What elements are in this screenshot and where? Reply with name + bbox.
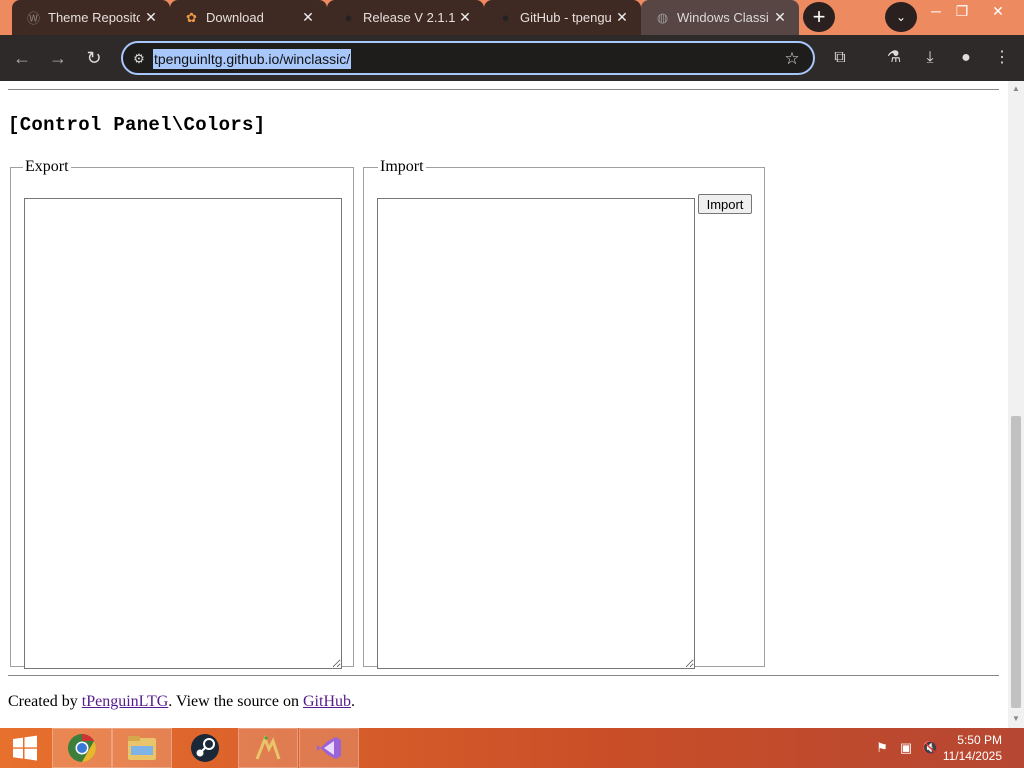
taskbar-app[interactable]: [238, 728, 298, 768]
tab-title: GitHub - tpenguinltg: [520, 10, 612, 25]
file-explorer-icon: [128, 736, 156, 760]
import-textarea[interactable]: [377, 198, 695, 669]
chevron-down-icon: ⌄: [895, 10, 907, 24]
profile-icon[interactable]: ●: [952, 44, 980, 72]
github-icon: ●: [501, 10, 510, 25]
arrow-left-icon: ←: [13, 48, 31, 68]
tab-title: Theme Repository: [48, 10, 140, 25]
download-icon[interactable]: ⤓: [916, 44, 944, 72]
tab-theme-repository[interactable]: Ⓦ Theme Repository ✕: [12, 0, 170, 35]
scroll-up-arrow-icon[interactable]: ▲: [1008, 82, 1024, 96]
reload-button[interactable]: ↻: [79, 43, 109, 73]
action-center-flag-icon[interactable]: ⚑: [874, 740, 890, 756]
taskbar-file-explorer[interactable]: [112, 728, 172, 768]
tab-strip: Ⓦ Theme Repository ✕ ✿ Download ✕ ● Rele…: [0, 0, 1024, 35]
export-fieldset: Export: [10, 158, 354, 669]
close-icon[interactable]: ✕: [300, 9, 316, 25]
network-icon[interactable]: ▣: [898, 740, 914, 756]
visual-studio-icon: [317, 737, 341, 759]
author-link[interactable]: tPenguinLTG: [82, 693, 169, 710]
github-link[interactable]: GitHub: [303, 693, 351, 710]
import-button[interactable]: Import: [698, 194, 752, 214]
volume-muted-icon[interactable]: 🔇: [922, 740, 938, 756]
restore-button[interactable]: ❐: [946, 0, 978, 24]
tab-search-button[interactable]: ⌄: [885, 2, 917, 32]
export-legend: Export: [25, 158, 69, 175]
chrome-icon: [68, 734, 96, 762]
windows-logo-icon: [13, 735, 37, 761]
import-fieldset: Import Import: [363, 158, 765, 669]
close-icon[interactable]: ✕: [143, 9, 159, 25]
divider: [8, 675, 999, 676]
footer-suffix: .: [351, 693, 355, 710]
footer-prefix: Created by: [8, 693, 82, 710]
wordpress-icon: Ⓦ: [26, 11, 40, 26]
close-icon[interactable]: ✕: [772, 9, 788, 25]
import-legend: Import: [380, 158, 424, 175]
taskbar-chrome[interactable]: [52, 728, 112, 768]
steam-icon: [191, 734, 219, 762]
address-bar[interactable]: ⚙ tpenguinltg.github.io/winclassic/ ☆: [121, 41, 815, 75]
divider: [8, 89, 999, 90]
start-button[interactable]: [0, 728, 50, 768]
page-heading: [Control Panel\Colors]: [8, 114, 266, 136]
menu-kebab-icon[interactable]: ⋮: [988, 44, 1016, 72]
footer: Created by tPenguinLTG. View the source …: [8, 693, 355, 711]
tab-github[interactable]: ● GitHub - tpenguinltg ✕: [484, 0, 641, 35]
extensions-icon[interactable]: ⧉: [826, 44, 854, 72]
labs-flask-icon[interactable]: ⚗: [880, 44, 908, 72]
taskbar-steam[interactable]: [175, 728, 235, 768]
url-text[interactable]: tpenguinltg.github.io/winclassic/: [153, 49, 352, 69]
tab-title: Download: [206, 10, 264, 25]
app-icon: [255, 734, 281, 760]
site-settings-icon[interactable]: ⚙: [129, 50, 149, 68]
bookmark-star-icon[interactable]: ☆: [781, 48, 803, 70]
tab-release[interactable]: ● Release V 2.1.1.0 ✕: [327, 0, 484, 35]
back-button[interactable]: ←: [7, 43, 37, 73]
globe-icon: ◍: [656, 9, 669, 25]
forward-button[interactable]: →: [43, 43, 73, 73]
tab-title: Release V 2.1.1.0: [363, 10, 455, 25]
scrollbar-thumb[interactable]: [1011, 416, 1021, 708]
clock-date: 11/14/2025: [942, 749, 1002, 763]
browser-toolbar: ← → ↻ ⚙ tpenguinltg.github.io/winclassic…: [0, 35, 1024, 81]
close-window-button[interactable]: ✕: [982, 0, 1014, 24]
reload-icon: ↻: [86, 48, 102, 68]
arrow-right-icon: →: [49, 48, 67, 68]
scroll-down-arrow-icon[interactable]: ▼: [1008, 712, 1024, 726]
clock-time: 5:50 PM: [957, 733, 1002, 747]
taskbar-visual-studio[interactable]: [299, 728, 359, 768]
close-icon[interactable]: ✕: [614, 9, 630, 25]
footer-middle: . View the source on: [168, 693, 303, 710]
system-clock[interactable]: 5:50 PM 11/14/2025: [943, 732, 1002, 764]
close-icon[interactable]: ✕: [457, 9, 473, 25]
tab-windows-classic[interactable]: ◍ Windows Classic ✕: [641, 0, 799, 35]
github-icon: ●: [344, 10, 353, 25]
page-viewport: [Control Panel\Colors] Export Import Imp…: [0, 81, 1008, 728]
taskbar: ⚑ ▣ 🔇 5:50 PM 11/14/2025: [0, 728, 1024, 768]
tab-title: Windows Classic: [677, 10, 769, 25]
export-textarea[interactable]: [24, 198, 342, 669]
tab-download[interactable]: ✿ Download ✕: [170, 0, 327, 35]
new-tab-button[interactable]: +: [803, 2, 835, 32]
gear-colored-icon: ✿: [186, 9, 197, 25]
